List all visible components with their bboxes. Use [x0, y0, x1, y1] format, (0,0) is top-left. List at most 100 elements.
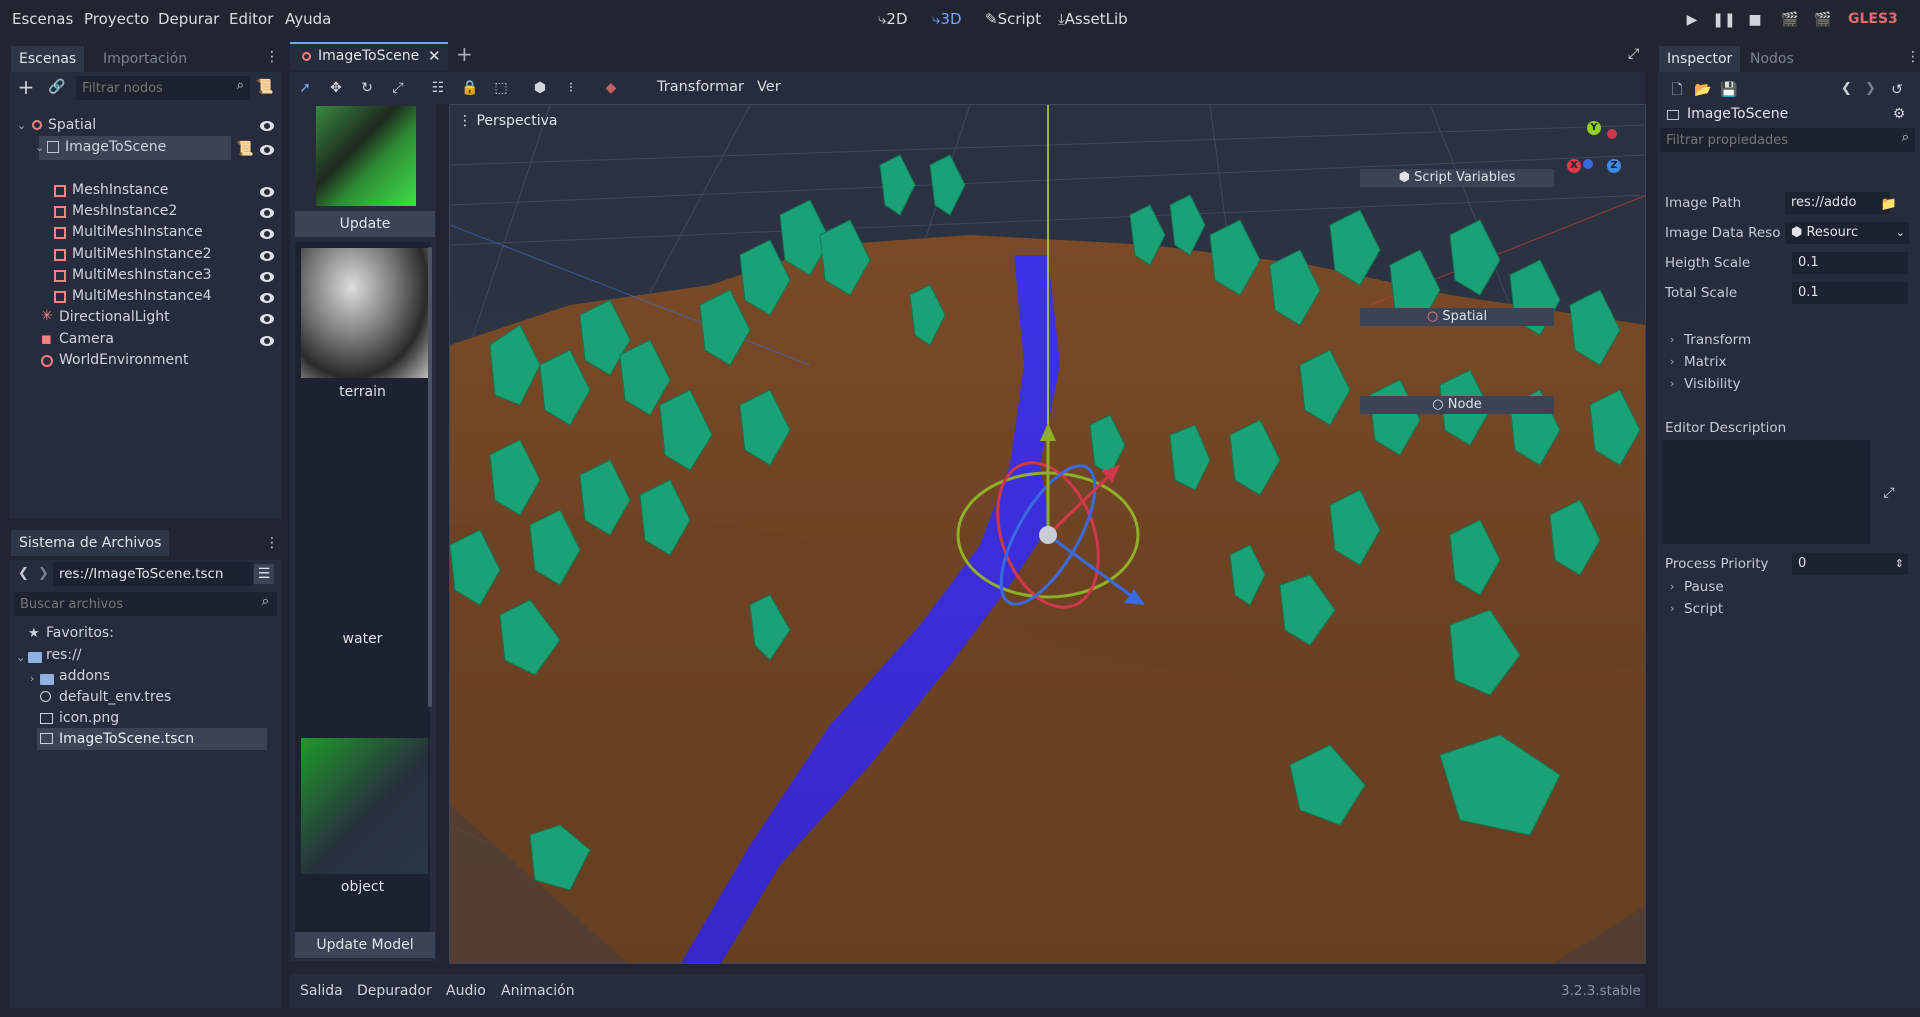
- visibility-eye-icon[interactable]: [260, 208, 274, 218]
- save-resource-icon[interactable]: 💾: [1719, 80, 1739, 100]
- height-scale-field[interactable]: 0.1: [1792, 252, 1908, 274]
- layers-scrollbar[interactable]: [428, 247, 432, 707]
- visibility-eye-icon[interactable]: [260, 272, 274, 282]
- chevron-down-icon[interactable]: ⌄: [1896, 222, 1905, 244]
- terrain-thumbnail[interactable]: [301, 248, 428, 378]
- gizmo-axis-x[interactable]: X: [1567, 159, 1581, 173]
- tree-item-multimeshinstance3[interactable]: MultiMeshInstance3: [54, 266, 276, 288]
- camera-preview-icon[interactable]: ◆: [601, 78, 621, 98]
- visibility-eye-icon[interactable]: [260, 314, 274, 324]
- rotate-tool-icon[interactable]: ↻: [357, 78, 377, 98]
- play-icon[interactable]: ▶: [1682, 10, 1702, 30]
- gizmo-axis-neg-x[interactable]: [1607, 129, 1617, 139]
- move-tool-icon[interactable]: ✥: [326, 78, 346, 98]
- group-matrix[interactable]: › Matrix: [1668, 354, 1918, 372]
- play-scene-icon[interactable]: 🎬: [1780, 10, 1800, 30]
- pause-icon[interactable]: ❚❚: [1712, 10, 1735, 30]
- folder-browse-icon[interactable]: 📁: [1879, 194, 1899, 214]
- list-select-icon[interactable]: ☷: [428, 78, 448, 98]
- filter-properties-input[interactable]: ⌕: [1660, 128, 1915, 152]
- group-visibility[interactable]: › Visibility: [1668, 376, 1918, 394]
- image-path-field[interactable]: res://addo: [1785, 192, 1890, 214]
- tree-item-imagetoscene[interactable]: ⌄ ImageToScene: [35, 136, 231, 160]
- new-resource-icon[interactable]: 🗋: [1667, 80, 1687, 100]
- mode-assetlib-button[interactable]: ⤓AssetLib: [1058, 10, 1128, 28]
- collapse-icon[interactable]: ⌄: [16, 651, 25, 664]
- scene-tab-imagetoscene[interactable]: ImageToScene ✕: [290, 42, 448, 70]
- file-item-imagetoscene[interactable]: ImageToScene.tscn: [37, 728, 267, 750]
- dock-menu-icon[interactable]: ⋮: [262, 533, 282, 553]
- play-custom-scene-icon[interactable]: 🎬: [1813, 10, 1833, 30]
- tab-filesystem[interactable]: Sistema de Archivos: [11, 530, 170, 556]
- menu-ayuda[interactable]: Ayuda: [285, 10, 331, 28]
- collapse-icon[interactable]: ⌄: [17, 119, 26, 132]
- section-script-variables[interactable]: ⬢ Script Variables: [1360, 169, 1554, 187]
- menu-proyecto[interactable]: Proyecto: [84, 10, 149, 28]
- visibility-eye-icon[interactable]: [260, 293, 274, 303]
- mode-3d-button[interactable]: ⤷3D: [932, 10, 962, 28]
- mode-2d-button[interactable]: ⤷2D: [878, 10, 908, 28]
- tab-salida[interactable]: Salida: [300, 983, 343, 999]
- tab-nodos[interactable]: Nodos: [1742, 46, 1802, 72]
- split-mode-icon[interactable]: ☰: [254, 564, 274, 584]
- tree-item-meshinstance[interactable]: MeshInstance: [54, 181, 276, 203]
- tab-escenas[interactable]: Escenas: [11, 46, 85, 72]
- expand-editor-icon[interactable]: ⤢: [1879, 483, 1899, 503]
- script-icon[interactable]: 📜: [235, 139, 255, 159]
- res-root[interactable]: res://: [46, 647, 82, 663]
- transform-menu[interactable]: Transformar: [657, 79, 744, 95]
- instance-scene-icon[interactable]: 🔗: [47, 77, 67, 97]
- gizmo-axis-neg-z[interactable]: [1583, 159, 1593, 169]
- image-data-resource[interactable]: ⬢ Resourc ⌄: [1785, 222, 1909, 244]
- search-files-input[interactable]: ⌕: [14, 592, 277, 616]
- history-forward-icon[interactable]: ❯: [1865, 81, 1876, 96]
- perspective-menu[interactable]: ⋮ Perspectiva: [458, 113, 558, 129]
- new-scene-tab-icon[interactable]: +: [456, 42, 473, 66]
- file-item-addons[interactable]: addons: [59, 668, 110, 684]
- snap-icon[interactable]: ⁝: [561, 78, 581, 98]
- update-model-button[interactable]: Update Model: [295, 932, 435, 958]
- back-icon[interactable]: ❮: [18, 566, 29, 581]
- view-menu[interactable]: Ver: [757, 79, 781, 95]
- spinner-icon[interactable]: ⇕: [1895, 553, 1904, 575]
- group-icon[interactable]: ⬚: [491, 78, 511, 98]
- load-resource-icon[interactable]: 📂: [1693, 80, 1713, 100]
- orientation-gizmo[interactable]: Y X Z: [1563, 119, 1627, 177]
- visibility-eye-icon[interactable]: [260, 229, 274, 239]
- file-item-default-env[interactable]: default_env.tres: [59, 689, 171, 705]
- local-space-icon[interactable]: ⬢: [530, 78, 550, 98]
- path-field[interactable]: res://ImageToScene.tscn: [53, 562, 253, 586]
- dock-menu-icon[interactable]: ⋮: [1903, 47, 1920, 67]
- group-pause[interactable]: › Pause: [1668, 579, 1918, 597]
- menu-editor[interactable]: Editor: [229, 10, 273, 28]
- filter-nodes-text[interactable]: [76, 76, 224, 100]
- object-thumbnail[interactable]: [301, 738, 428, 874]
- lock-icon[interactable]: 🔒: [460, 78, 480, 98]
- collapse-icon[interactable]: ⌄: [35, 141, 44, 154]
- tree-item-multimeshinstance4[interactable]: MultiMeshInstance4: [54, 287, 276, 309]
- process-priority-field[interactable]: 0 ⇕: [1792, 553, 1908, 575]
- history-back-icon[interactable]: ❮: [1841, 81, 1852, 96]
- visibility-eye-icon[interactable]: [260, 251, 274, 261]
- close-icon[interactable]: ✕: [428, 47, 441, 65]
- visibility-eye-icon[interactable]: [260, 145, 274, 155]
- script-attach-icon[interactable]: 📜: [255, 77, 275, 97]
- stop-icon[interactable]: ■: [1745, 10, 1765, 30]
- section-node[interactable]: ○ Node: [1360, 396, 1554, 414]
- search-files-text[interactable]: [14, 592, 252, 616]
- filter-nodes-input[interactable]: ⌕: [76, 76, 250, 100]
- tree-item-meshinstance2[interactable]: MeshInstance2: [54, 202, 276, 224]
- renderer-select[interactable]: GLES3: [1848, 11, 1898, 27]
- tree-item-multimeshinstance[interactable]: MultiMeshInstance: [54, 223, 276, 245]
- tree-item-directionallight[interactable]: ✳ DirectionalLight: [41, 308, 276, 330]
- add-node-icon[interactable]: +: [16, 77, 36, 97]
- visibility-eye-icon[interactable]: [260, 187, 274, 197]
- select-tool-icon[interactable]: ➚: [295, 78, 315, 98]
- dock-menu-icon[interactable]: ⋮: [262, 47, 282, 67]
- section-spatial[interactable]: ○ Spatial: [1360, 308, 1554, 326]
- object-properties-icon[interactable]: ⚙: [1889, 104, 1909, 124]
- gizmo-axis-y[interactable]: Y: [1587, 121, 1601, 135]
- visibility-eye-icon[interactable]: [260, 336, 274, 346]
- viewport-3d[interactable]: ⋮ Perspectiva Y X Z: [449, 104, 1646, 964]
- tree-item-spatial[interactable]: ⌄ Spatial: [14, 115, 276, 137]
